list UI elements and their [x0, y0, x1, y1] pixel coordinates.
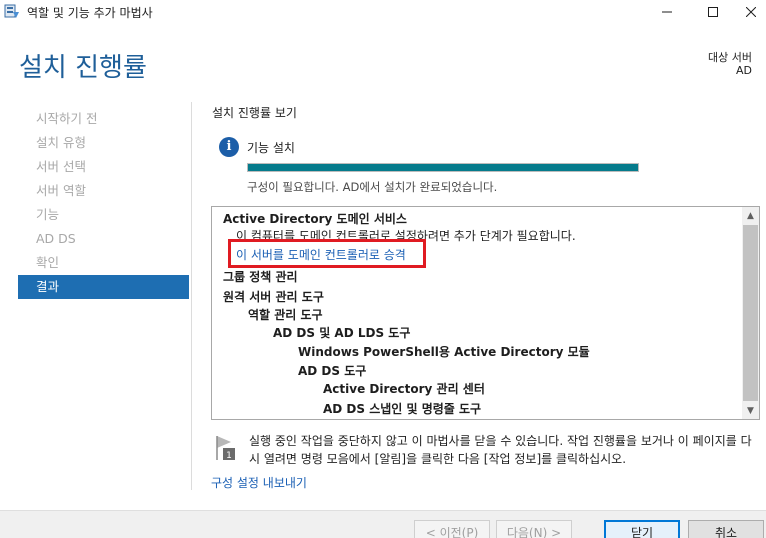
result-rsat: 원격 서버 관리 도구: [223, 290, 324, 304]
previous-button[interactable]: < 이전(P): [414, 520, 490, 538]
scroll-up-icon[interactable]: ▲: [742, 207, 759, 224]
feature-install-label: 기능 설치: [247, 141, 295, 155]
wizard-nav: 시작하기 전 설치 유형 서버 선택 서버 역할 기능 AD DS 확인 결과: [18, 107, 189, 299]
scroll-down-icon[interactable]: ▼: [742, 402, 759, 419]
section-title: 설치 진행률 보기: [212, 106, 297, 120]
minimize-icon: [662, 11, 672, 13]
window-titlebar: 역할 및 기능 추가 마법사: [0, 0, 766, 24]
nav-item-server-selection[interactable]: 서버 선택: [18, 155, 189, 179]
notification-flag-icon: 1: [216, 436, 235, 461]
svg-text:1: 1: [226, 451, 232, 461]
nav-item-confirmation[interactable]: 확인: [18, 251, 189, 275]
close-button[interactable]: 닫기: [604, 520, 680, 538]
result-ps-ad-module: Windows PowerShell용 Active Directory 모듈: [298, 345, 590, 359]
nav-divider: [191, 102, 192, 490]
window-title: 역할 및 기능 추가 마법사: [27, 6, 153, 20]
wizard-close-note: 실행 중인 작업을 중단하지 않고 이 마법사를 닫을 수 있습니다. 작업 진…: [249, 434, 752, 466]
maximize-button[interactable]: [690, 0, 736, 24]
next-button[interactable]: 다음(N) >: [496, 520, 572, 538]
close-icon: [746, 7, 756, 17]
nav-item-server-roles[interactable]: 서버 역할: [18, 179, 189, 203]
maximize-icon: [708, 7, 718, 17]
nav-item-features[interactable]: 기능: [18, 203, 189, 227]
minimize-button[interactable]: [644, 0, 690, 24]
nav-item-results[interactable]: 결과: [18, 275, 189, 299]
highlight-box: [228, 239, 426, 268]
target-server-label: 대상 서버 AD: [708, 51, 752, 77]
nav-item-before-you-begin[interactable]: 시작하기 전: [18, 107, 189, 131]
target-server-value: AD: [736, 64, 752, 77]
result-adds-adlds-tools: AD DS 및 AD LDS 도구: [273, 326, 411, 340]
result-ad-admin-center: Active Directory 관리 센터: [323, 382, 485, 396]
install-progress-bar: [247, 163, 639, 172]
server-manager-icon: [4, 4, 19, 18]
results-scrollbar[interactable]: ▲ ▼: [742, 207, 759, 419]
result-ad-ds: Active Directory 도메인 서비스: [223, 212, 407, 226]
cancel-button[interactable]: 취소: [688, 520, 764, 538]
close-window-button[interactable]: [736, 0, 766, 24]
result-role-admin-tools: 역할 관리 도구: [248, 308, 323, 322]
target-server-caption: 대상 서버: [708, 51, 752, 64]
result-adds-snapins: AD DS 스냅인 및 명령줄 도구: [323, 402, 482, 416]
result-group-policy: 그룹 정책 관리: [223, 270, 298, 284]
result-adds-tools: AD DS 도구: [298, 364, 367, 378]
nav-item-installation-type[interactable]: 설치 유형: [18, 131, 189, 155]
page-title: 설치 진행률: [19, 53, 147, 83]
install-status-text: 구성이 필요합니다. AD에서 설치가 완료되었습니다.: [247, 180, 498, 194]
install-progress-fill: [248, 164, 638, 171]
export-config-link[interactable]: 구성 설정 내보내기: [211, 474, 307, 491]
info-icon: i: [219, 137, 239, 157]
scroll-thumb[interactable]: [743, 225, 758, 401]
nav-item-ad-ds[interactable]: AD DS: [18, 227, 189, 251]
